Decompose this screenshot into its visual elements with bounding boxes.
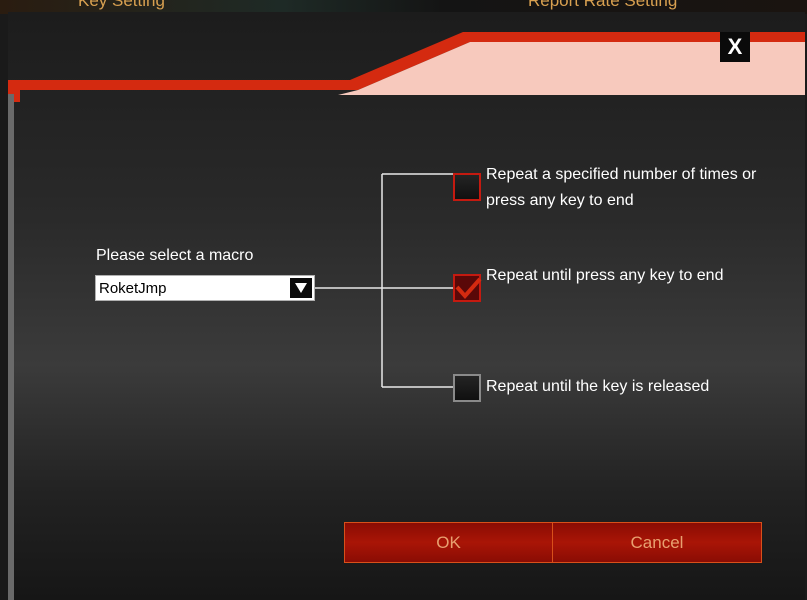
cancel-button[interactable]: Cancel [552,522,762,563]
tab-key-setting: Key Setting [78,0,165,10]
option-label-repeat-until-release[interactable]: Repeat until the key is released [486,374,796,400]
close-button[interactable]: X [720,32,750,62]
ok-button[interactable]: OK [344,522,553,563]
option-checkbox-repeat-until-keypress[interactable] [453,274,482,302]
macro-select-label: Please select a macro [96,247,254,264]
dropdown-arrow-icon[interactable] [290,278,312,298]
tab-report-rate-setting: Report Rate Setting [528,0,678,10]
option-label-repeat-until-keypress[interactable]: Repeat until press any key to end [486,263,776,289]
macro-repeat-dialog: X Please select a macro RoketJmp Repeat … [8,12,805,600]
option-checkbox-repeat-count[interactable] [453,173,481,201]
macro-dropdown-value: RoketJmp [99,280,167,297]
dialog-header [8,32,805,102]
macro-dropdown[interactable]: RoketJmp [95,275,315,301]
option-checkbox-repeat-until-release[interactable] [453,374,481,402]
checkmark-icon [455,277,482,300]
option-label-repeat-count[interactable]: Repeat a specified number of times or pr… [486,162,786,214]
left-edge-bar [8,94,14,600]
